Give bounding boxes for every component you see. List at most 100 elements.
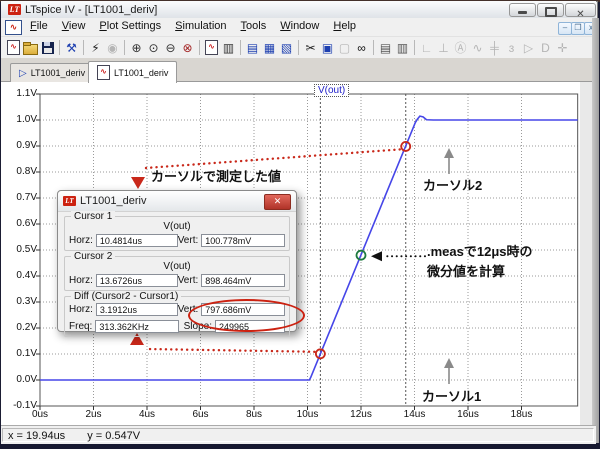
cursor2-horz-field[interactable]: 13.6726us [96,274,178,287]
toolbar-separator [83,40,84,55]
title-bar: LT LTspice IV - [LT1001_deriv] ✕ [1,1,596,19]
toolbar-separator [124,40,125,55]
trace-label-vout[interactable]: V(out) [314,84,349,97]
menu-items: FileViewPlot SettingsSimulationToolsWind… [23,18,363,36]
y-tick-label: 0.1V [3,348,37,359]
cursor1-group: Cursor 1 V(out) Horz: 10.4814us Vert: 10… [64,216,290,251]
zoom-in-icon[interactable]: ⊕ [128,39,145,56]
annotation-meas-line1: .measで12μs時の [427,241,533,260]
wire-tool-icon: ∟ [418,39,435,56]
toolbar-separator [199,40,200,55]
spice-netlist-icon[interactable]: ▥ [220,39,237,56]
move-tool-icon: ✛ [554,39,571,56]
print-icon[interactable]: ▥ [394,39,411,56]
y-tick-label: 0.5V [3,244,37,255]
dialog-title-bar[interactable]: LT LT1001_deriv [58,191,296,212]
x-tick-label: 12us [341,409,381,420]
status-x: x = 19.94us [8,430,65,442]
dialog-close-button[interactable]: ✕ [264,194,291,210]
menu-simulation[interactable]: Simulation [168,18,233,36]
zoom-area-icon[interactable]: ⊙ [145,39,162,56]
waveform-icon: ∿ [97,65,110,80]
freq-field[interactable]: 313.362KHz [95,320,179,333]
horz-label: Horz: [69,304,93,315]
close-button[interactable]: ✕ [565,3,596,17]
tab-schematic[interactable]: ▷ LT1001_deriv [10,63,94,82]
tile-horizontal-icon[interactable]: ▤ [244,39,261,56]
status-bar: x = 19.94us y = 0.547V [1,425,596,444]
x-tick-label: 10us [288,409,328,420]
annotation-measured-values: カーソルで測定した値 [151,166,281,185]
y-tick-label: 0.6V [3,218,37,229]
y-tick-label: 0.7V [3,192,37,203]
menu-tools[interactable]: Tools [234,18,274,36]
ltspice-window: LT LTspice IV - [LT1001_deriv] ✕ ∿ FileV… [0,0,600,449]
x-tick-label: 6us [181,409,221,420]
status-y: y = 0.547V [87,430,140,442]
x-tick-label: 4us [127,409,167,420]
menu-plot-settings[interactable]: Plot Settings [92,18,168,36]
x-tick-label: 16us [448,409,488,420]
copy-icon[interactable]: ▣ [319,39,336,56]
x-tick-label: 2us [74,409,114,420]
cursor1-horz-field[interactable]: 10.4814us [96,234,178,247]
cursor2-heading: Cursor 2 [71,251,115,262]
autorange-waveform-icon[interactable]: ∿ [203,39,220,56]
y-tick-label: 1.0V [3,114,37,125]
open-icon[interactable] [22,39,39,56]
diff-heading: Diff (Cursor2 - Cursor1) [71,291,181,302]
maximize-button[interactable] [537,3,564,17]
mdi-minimize-button[interactable]: – [558,22,572,35]
cut-icon[interactable]: ✂ [302,39,319,56]
cursor1-heading: Cursor 1 [71,211,115,222]
inductor-tool-icon: ɜ [503,39,520,56]
cursor2-vert-field[interactable]: 898.464mV [201,274,285,287]
cursor-dialog[interactable]: LT LT1001_deriv ✕ Cursor 1 V(out) Horz: … [57,190,297,332]
x-tick-label: 18us [502,409,542,420]
window-frame-right [592,18,599,443]
halt-icon: ◉ [104,39,121,56]
annotation-meas-line2: 微分値を計算 [427,261,505,280]
mdi-restore-button[interactable]: ❒ [571,22,585,35]
x-tick-label: 8us [234,409,274,420]
horz-label: Horz: [69,235,93,246]
zoom-out-icon[interactable]: ⊖ [162,39,179,56]
new-schematic-icon[interactable]: ∿ [5,39,22,56]
control-panel-icon[interactable]: ⚒ [63,39,80,56]
cascade-icon[interactable]: ▧ [278,39,295,56]
menu-file[interactable]: File [23,18,55,36]
tab-waveform[interactable]: ∿ LT1001_deriv [88,61,177,83]
tab-strip: ▷ LT1001_deriv ∿ LT1001_deriv [1,58,596,82]
freq-label: Freq: [69,321,92,332]
slope-highlight-ellipse [188,299,305,332]
zoom-full-icon[interactable]: ⊗ [179,39,196,56]
menu-view[interactable]: View [55,18,93,36]
y-tick-label: 0.0V [3,374,37,385]
annotation-cursor1: カーソル1 [422,386,481,405]
menu-window[interactable]: Window [273,18,326,36]
find-icon[interactable]: ∞ [353,39,370,56]
cursor2-group: Cursor 2 V(out) Horz: 13.6726us Vert: 89… [64,256,290,291]
run-icon[interactable]: ⚡ [87,39,104,56]
print-setup-icon[interactable]: ▤ [377,39,394,56]
menu-help[interactable]: Help [326,18,363,36]
x-tick-label: 0us [20,409,60,420]
save-icon[interactable] [39,39,56,56]
paste-icon: ▢ [336,39,353,56]
y-tick-label: 1.1V [3,88,37,99]
component-tool-icon: D [537,39,554,56]
minimize-button[interactable] [509,3,536,17]
cursor1-vert-field[interactable]: 100.778mV [201,234,285,247]
tab-label: LT1001_deriv [114,68,168,78]
pane-gap [580,82,592,425]
vert-label: Vert: [178,235,199,246]
diff-horz-field[interactable]: 3.1912us [96,303,178,316]
toolbar-separator [240,40,241,55]
x-tick-label: 14us [395,409,435,420]
tile-vertical-icon[interactable]: ▦ [261,39,278,56]
toolbar-separator [414,40,415,55]
y-tick-label: 0.9V [3,140,37,151]
diode-tool-icon: ▷ [520,39,537,56]
y-tick-label: 0.8V [3,166,37,177]
toolbar: ∿⚒⚡◉⊕⊙⊖⊗∿▥▤▦▧✂▣▢∞▤▥∟⊥Ⓐ∿╪ɜ▷D✛ [1,36,596,58]
